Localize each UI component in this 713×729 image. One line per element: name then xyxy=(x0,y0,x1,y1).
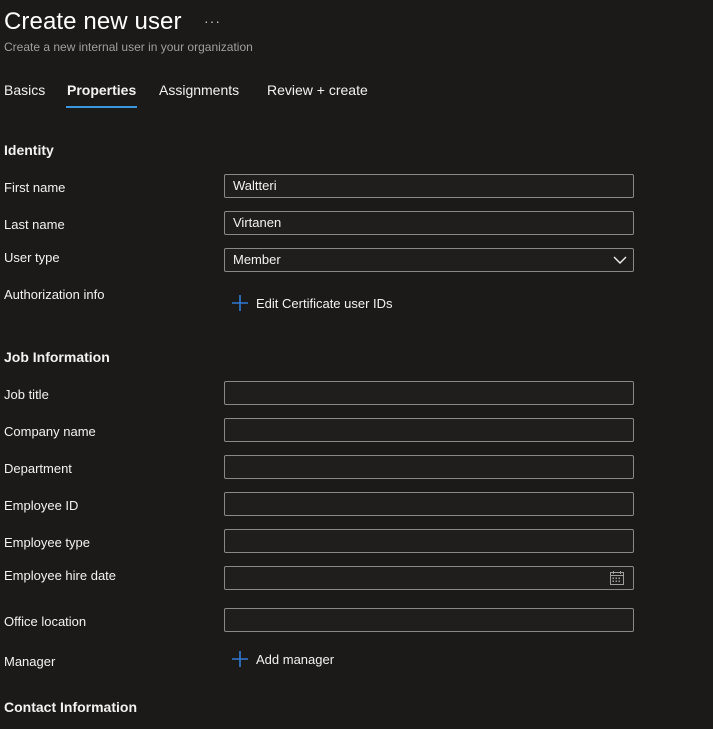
chevron-down-icon xyxy=(613,256,627,264)
company-name-label: Company name xyxy=(4,424,96,439)
user-type-selected-value: Member xyxy=(233,252,281,267)
page-subtitle: Create a new internal user in your organ… xyxy=(4,40,253,54)
office-location-field[interactable] xyxy=(224,608,634,632)
employee-hire-date-field[interactable] xyxy=(224,566,634,590)
employee-type-input[interactable] xyxy=(225,530,633,552)
company-name-field[interactable] xyxy=(224,418,634,442)
job-title-input[interactable] xyxy=(225,382,633,404)
company-name-input[interactable] xyxy=(225,419,633,441)
last-name-label: Last name xyxy=(4,217,65,232)
department-input[interactable] xyxy=(225,456,633,478)
employee-type-field[interactable] xyxy=(224,529,634,553)
employee-type-label: Employee type xyxy=(4,535,90,550)
tab-basics[interactable]: Basics xyxy=(4,82,45,109)
manager-label: Manager xyxy=(4,654,56,669)
department-field[interactable] xyxy=(224,455,634,479)
first-name-label: First name xyxy=(4,180,66,195)
edit-certificate-user-ids-label: Edit Certificate user IDs xyxy=(256,296,393,311)
last-name-input[interactable] xyxy=(225,212,633,234)
employee-id-label: Employee ID xyxy=(4,498,79,513)
job-title-label: Job title xyxy=(4,387,49,402)
tab-properties[interactable]: Properties xyxy=(65,82,138,109)
first-name-input[interactable] xyxy=(225,175,633,197)
plus-icon xyxy=(232,651,248,667)
section-contact-information-title: Contact Information xyxy=(4,699,137,715)
department-label: Department xyxy=(4,461,72,476)
calendar-icon[interactable] xyxy=(609,570,625,586)
section-identity-title: Identity xyxy=(4,142,54,158)
office-location-input[interactable] xyxy=(225,609,633,631)
employee-hire-date-input[interactable] xyxy=(225,567,633,589)
section-job-information-title: Job Information xyxy=(4,349,110,365)
authorization-info-label: Authorization info xyxy=(4,287,105,302)
last-name-field[interactable] xyxy=(224,211,634,235)
tab-review-create[interactable]: Review + create xyxy=(267,82,368,109)
more-options-button[interactable]: ··· xyxy=(204,13,221,29)
job-title-field[interactable] xyxy=(224,381,634,405)
page-title: Create new user xyxy=(4,8,182,35)
employee-hire-date-label: Employee hire date xyxy=(4,568,117,583)
user-type-dropdown[interactable]: Member xyxy=(224,248,634,272)
tab-assignments[interactable]: Assignments xyxy=(159,82,239,109)
plus-icon xyxy=(232,295,248,311)
employee-id-field[interactable] xyxy=(224,492,634,516)
first-name-field[interactable] xyxy=(224,174,634,198)
user-type-label: User type xyxy=(4,250,60,265)
office-location-label: Office location xyxy=(4,614,87,629)
add-manager-label: Add manager xyxy=(256,652,335,667)
employee-id-input[interactable] xyxy=(225,493,633,515)
